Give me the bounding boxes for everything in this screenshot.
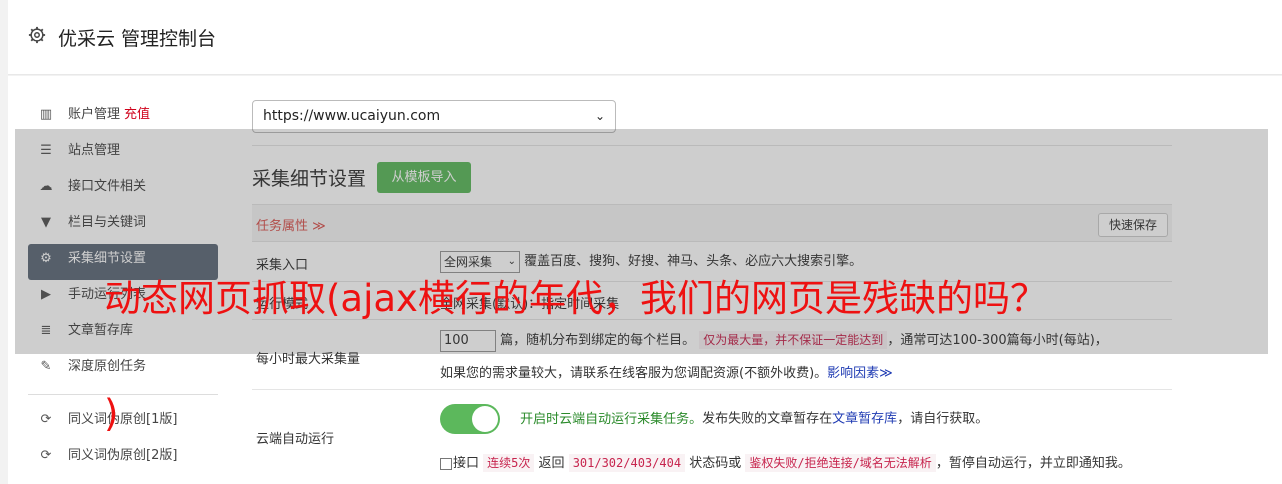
sidebar-item-label: 同义词伪原创[1版] — [68, 412, 178, 427]
article-storage-link[interactable]: 文章暂存库 — [832, 412, 897, 427]
overlay-title: 动态网页抓取(ajax横行的年代，我们的网页是残缺的吗？ — [104, 277, 1047, 320]
consecutive-tag: 连续5次 — [483, 454, 535, 472]
status-text: 状态码或 — [689, 456, 742, 471]
page-title: 优采云 管理控制台 — [58, 28, 217, 50]
chevron-down-icon: ⌄ — [594, 109, 605, 123]
notify-checkbox[interactable] — [440, 457, 452, 470]
status-code-tag: 301/302/403/404 — [568, 454, 686, 472]
sidebar-item-synonym-v1[interactable]: ⟳ 同义词伪原创[1版] — [28, 405, 218, 441]
sidebar-item-label: 深度原创任务 — [68, 359, 147, 374]
cloud-run-desc-2: ，请自行获取。 — [897, 411, 989, 427]
sidebar-item-deep-original[interactable]: ✎ 深度原创任务 — [28, 352, 218, 388]
cloud-run-toggle[interactable] — [440, 404, 500, 434]
row-label: 云端自动运行 — [256, 432, 335, 447]
cloud-run-desc: 发布失败的文章暂存在 — [702, 411, 833, 427]
refresh-icon: ⟳ — [40, 412, 52, 427]
row-cloud-auto-run: 云端自动运行 开启时云端自动运行采集任务。发布失败的文章暂存在文章暂存库，请自行… — [252, 390, 1172, 480]
sidebar-item-label: 账户管理 — [68, 107, 121, 122]
recharge-link[interactable]: 充值 — [124, 107, 150, 122]
bar-chart-icon: ▥ — [39, 107, 53, 122]
toggle-knob — [472, 406, 498, 432]
refresh-icon: ⟳ — [40, 448, 52, 463]
row-control-line2: 接口 连续5次 返回 301/302/403/404 状态码或 鉴权失败/拒绝连… — [440, 452, 1131, 472]
site-select-value: https://www.ucaiyun.com — [263, 108, 441, 124]
gear-icon — [28, 26, 46, 44]
return-text: 返回 — [538, 456, 565, 471]
pause-text: ，暂停自动运行，并立即通知我。 — [935, 456, 1131, 471]
sidebar-item-label: 同义词伪原创[2版] — [68, 448, 178, 463]
row-control: 开启时云端自动运行采集任务。发布失败的文章暂存在文章暂存库，请自行获取。 — [440, 404, 988, 434]
sidebar-divider — [28, 394, 218, 395]
cloud-run-green-text: 开启时云端自动运行采集任务。 — [520, 411, 703, 427]
influence-factors-link[interactable]: 影响因素≫ — [827, 366, 893, 381]
top-header: 优采云 管理控制台 — [8, 0, 1282, 75]
auth-failure-tag: 鉴权失败/拒绝连接/域名无法解析 — [745, 454, 936, 472]
edit-icon: ✎ — [40, 359, 52, 374]
overlay-title-tail: ) — [104, 392, 119, 435]
sidebar-item-synonym-v2[interactable]: ⟳ 同义词伪原创[2版] — [28, 441, 218, 477]
checkbox-label: 接口 — [453, 456, 480, 471]
row-control-line2: 如果您的需求量较大，请联系在线客服为您调配资源(不额外收费)。影响因素≫ — [440, 362, 893, 381]
hourly-desc-3: 如果您的需求量较大，请联系在线客服为您调配资源(不额外收费)。 — [440, 366, 828, 381]
